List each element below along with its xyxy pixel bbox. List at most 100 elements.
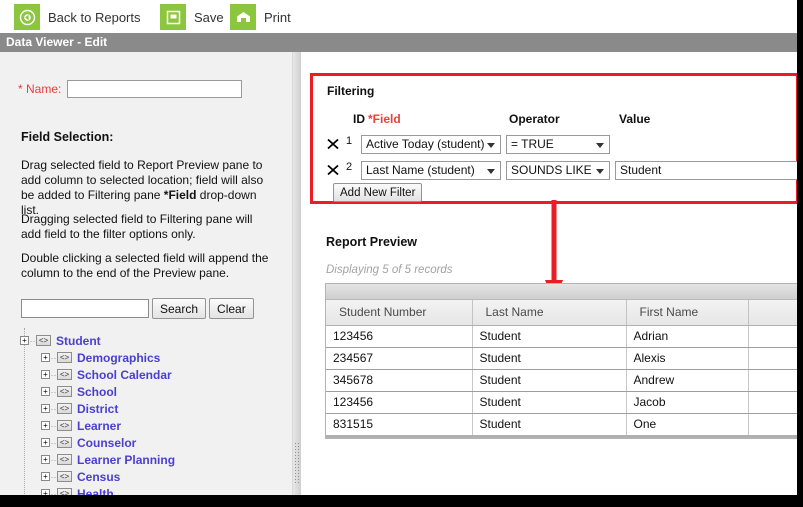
back-to-reports-label: Back to Reports (48, 9, 141, 25)
report-configuration-pane: Filtering ID *Field Operator Value 1 Act… (301, 52, 797, 495)
expand-plus-icon[interactable]: + (41, 353, 50, 362)
xml-node-icon: <> (57, 488, 72, 495)
filter-operator-select[interactable]: = TRUE (506, 134, 610, 154)
tree-node-school[interactable]: + ·· <> School (20, 383, 285, 400)
page-title: Data Viewer - Edit (0, 33, 797, 52)
cell-last-name: Student (472, 369, 627, 392)
filter-operator-value: = TRUE (511, 136, 554, 151)
tree-label-demographics[interactable]: Demographics (77, 351, 160, 365)
tree-dash-connector: ·· (50, 437, 57, 448)
cell-student-number: 345678 (326, 369, 473, 392)
report-name-row: * Name: (18, 80, 243, 98)
tree-label-learner-planning[interactable]: Learner Planning (77, 453, 175, 467)
tree-dash-connector: ·· (50, 454, 57, 465)
table-row[interactable]: 831515 Student One (326, 413, 797, 435)
tree-label-census[interactable]: Census (77, 470, 120, 484)
tree-label-health[interactable]: Health (77, 487, 114, 496)
delete-x-icon[interactable] (326, 163, 340, 177)
filter-operator-select[interactable]: SOUNDS LIKE (506, 160, 610, 180)
tree-label-counselor[interactable]: Counselor (77, 436, 136, 450)
tree-dash-connector: ·· (50, 403, 57, 414)
search-button[interactable]: Search (152, 298, 207, 319)
expand-plus-icon[interactable]: + (41, 370, 50, 379)
table-row[interactable]: 345678 Student Andrew (326, 369, 797, 392)
report-preview-grid: Student Number Last Name First Name 1234… (325, 283, 797, 439)
chevron-down-icon (596, 168, 604, 174)
expand-plus-icon[interactable]: + (41, 472, 50, 481)
instruction-1-bold: *Field (163, 188, 197, 202)
data-viewer-window: Back to Reports Save Print Data Viewer -… (0, 0, 797, 495)
filter-header-field: *Field (368, 112, 401, 126)
tree-dash-connector: ·· (50, 386, 57, 397)
cell-first-name: Andrew (626, 369, 749, 392)
column-header-first-name[interactable]: First Name (626, 300, 749, 326)
top-toolbar: Back to Reports Save Print (0, 0, 797, 33)
tree-label-student[interactable]: Student (56, 334, 101, 348)
tree-dash-connector: ·· (29, 335, 36, 346)
cell-student-number: 234567 (326, 347, 473, 370)
expand-plus-icon[interactable]: + (41, 421, 50, 430)
cell-last-name: Student (472, 413, 627, 435)
xml-node-icon: <> (57, 437, 72, 448)
cell-last-name: Student (472, 325, 627, 348)
cell-student-number: 831515 (326, 413, 473, 435)
tree-node-school-calendar[interactable]: + ·· <> School Calendar (20, 366, 285, 383)
tree-node-district[interactable]: + ·· <> District (20, 400, 285, 417)
grid-bottom-border (326, 435, 797, 438)
table-row[interactable]: 123456 Student Adrian (326, 325, 797, 348)
save-button[interactable]: Save (160, 4, 224, 30)
filter-field-select[interactable]: Last Name (student) (361, 160, 501, 180)
filter-header-value: Value (619, 112, 651, 126)
tree-label-school[interactable]: School (77, 385, 117, 399)
tree-node-demographics[interactable]: + ·· <> Demographics (20, 349, 285, 366)
add-new-filter-button[interactable]: Add New Filter (333, 183, 423, 202)
filter-field-value: Active Today (student) (366, 136, 485, 151)
table-row[interactable]: 123456 Student Jacob (326, 391, 797, 414)
filter-value-input[interactable] (615, 160, 797, 180)
column-header-student-number[interactable]: Student Number (326, 300, 473, 326)
tree-dash-connector: ·· (50, 369, 57, 380)
expand-plus-icon[interactable]: + (41, 455, 50, 464)
tree-node-student[interactable]: + ·· <> Student (20, 332, 285, 349)
pane-splitter[interactable] (293, 52, 301, 495)
splitter-grip-handle[interactable] (294, 442, 300, 484)
field-search-row: Search Clear (21, 298, 254, 319)
expand-plus-icon[interactable]: + (41, 387, 50, 396)
tree-label-learner[interactable]: Learner (77, 419, 121, 433)
instruction-paragraph-2: Dragging selected field to Filtering pan… (21, 212, 253, 241)
report-name-input[interactable] (67, 80, 243, 98)
filter-operator-value: SOUNDS LIKE (511, 162, 592, 177)
search-input[interactable] (21, 299, 149, 318)
chevron-down-icon (487, 142, 495, 148)
tree-node-census[interactable]: + ·· <> Census (20, 468, 285, 485)
delete-x-icon[interactable] (326, 137, 340, 151)
xml-node-icon: <> (57, 420, 72, 431)
tree-node-counselor[interactable]: + ·· <> Counselor (20, 434, 285, 451)
instruction-paragraph-3: Double clicking a selected field will ap… (21, 251, 269, 280)
expand-plus-icon[interactable]: + (41, 438, 50, 447)
print-label: Print (264, 9, 291, 25)
xml-node-icon: <> (57, 454, 72, 465)
expand-plus-icon[interactable]: + (41, 404, 50, 413)
column-header-last-name[interactable]: Last Name (472, 300, 627, 326)
cell-empty (748, 325, 797, 348)
tree-node-health[interactable]: + ·· <> Health (20, 485, 285, 495)
table-row[interactable]: 234567 Student Alexis (326, 347, 797, 370)
tree-node-learner[interactable]: + ·· <> Learner (20, 417, 285, 434)
instruction-paragraph-1: Drag selected field to Report Preview pa… (21, 158, 273, 218)
xml-node-icon: <> (57, 471, 72, 482)
expand-plus-icon[interactable]: + (41, 489, 50, 495)
tree-label-school-calendar[interactable]: School Calendar (77, 368, 172, 382)
filtering-section: Filtering ID *Field Operator Value 1 Act… (310, 73, 797, 204)
tree-node-learner-planning[interactable]: + ·· <> Learner Planning (20, 451, 285, 468)
filtering-heading: Filtering (327, 84, 375, 98)
preview-table: Student Number Last Name First Name 1234… (326, 300, 797, 435)
tree-label-district[interactable]: District (77, 402, 118, 416)
clear-button[interactable]: Clear (209, 298, 254, 319)
back-to-reports-button[interactable]: Back to Reports (14, 4, 141, 30)
filter-field-select[interactable]: Active Today (student) (361, 134, 501, 154)
print-button[interactable]: Print (230, 4, 291, 30)
expand-plus-icon[interactable]: + (20, 336, 29, 345)
cell-last-name: Student (472, 347, 627, 370)
column-header-empty[interactable] (748, 300, 797, 326)
